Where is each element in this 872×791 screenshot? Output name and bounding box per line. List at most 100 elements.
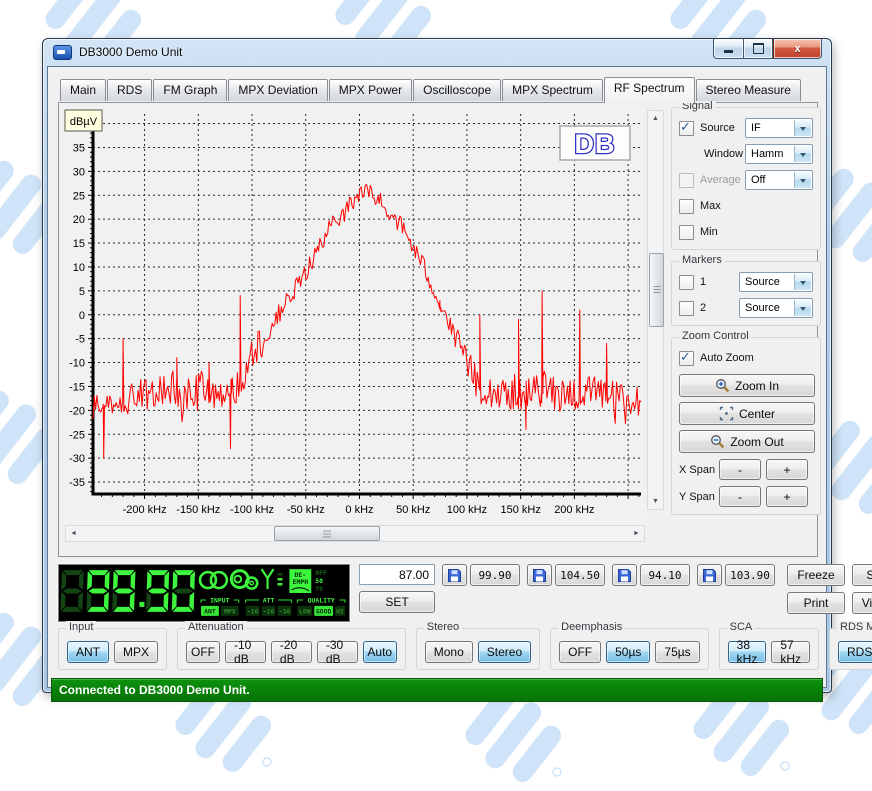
tab-main[interactable]: Main — [60, 79, 106, 101]
tab-mpx-power[interactable]: MPX Power — [329, 79, 412, 101]
input-ant-button[interactable]: ANT — [67, 641, 109, 663]
stereo-group-title: Stereo — [424, 621, 462, 633]
save-preset-button[interactable] — [442, 564, 467, 586]
sca-group-title: SCA — [727, 621, 756, 633]
attenuation-10-db-button[interactable]: -10 dB — [225, 641, 266, 663]
zoom-out-button[interactable]: Zoom Out — [679, 430, 815, 453]
signal-bar — [277, 578, 282, 580]
plot-background — [63, 107, 645, 525]
tab-mpx-spectrum[interactable]: MPX Spectrum — [502, 79, 603, 101]
chevron-down-icon — [794, 172, 811, 188]
save-preset-button[interactable] — [697, 564, 722, 586]
center-button[interactable]: Center — [679, 402, 815, 425]
markers-group: Markers 1Source2Source — [671, 261, 821, 326]
vertical-scroll-thumb[interactable] — [649, 253, 664, 327]
stereo-stereo-button[interactable]: Stereo — [478, 641, 531, 663]
x-span-minus-button[interactable]: - — [719, 459, 761, 480]
tab-stereo-measure[interactable]: Stereo Measure — [696, 79, 801, 101]
y-span-plus-button[interactable]: + — [766, 486, 808, 507]
scroll-down-arrow[interactable]: ▼ — [648, 494, 663, 509]
y-tick-label: 30 — [73, 166, 85, 178]
chevron-down-icon — [794, 146, 811, 162]
rds-mode-rds-button[interactable]: RDS — [838, 641, 872, 663]
floppy-disk-icon — [447, 568, 462, 583]
average-label: Average — [700, 174, 741, 186]
sca-38-khz-button[interactable]: 38 kHz — [728, 641, 767, 663]
scroll-up-arrow[interactable]: ▲ — [648, 111, 663, 126]
marker-2-row: 2Source — [679, 298, 813, 318]
view-map-button[interactable]: View Map — [852, 592, 872, 614]
min-label: Min — [700, 226, 718, 238]
attenuation-20-db-button[interactable]: -20 dB — [271, 641, 312, 663]
stereo-mono-button[interactable]: Mono — [425, 641, 473, 663]
save-preset-button[interactable] — [612, 564, 637, 586]
attenuation-off-button[interactable]: OFF — [186, 641, 220, 663]
marker-1-checkbox[interactable] — [679, 275, 694, 290]
minimize-button[interactable] — [713, 38, 743, 59]
sca-57-khz-button[interactable]: 57 kHz — [771, 641, 810, 663]
max-checkbox[interactable] — [679, 199, 694, 214]
tab-mpx-deviation[interactable]: MPX Deviation — [228, 79, 327, 101]
min-checkbox[interactable] — [679, 225, 694, 240]
source-dropdown-value: IF — [751, 122, 761, 134]
preset-frequency-button-99.90[interactable]: 99.90 — [470, 564, 520, 586]
window-title: DB3000 Demo Unit — [79, 45, 182, 59]
frequency-input[interactable] — [359, 564, 435, 585]
signal-group: Signal SourceIFWindowHammAverageOffMaxMi… — [671, 107, 821, 250]
average-dropdown[interactable]: Off — [745, 170, 813, 190]
svg-text:GOOD: GOOD — [316, 608, 332, 616]
tab-rf-spectrum[interactable]: RF Spectrum — [604, 77, 695, 103]
chart-vertical-scrollbar[interactable]: ▲ ▼ — [647, 110, 664, 510]
deemphasis-50-s-button[interactable]: 50µs — [606, 641, 650, 663]
marker-2-dropdown[interactable]: Source — [739, 298, 813, 318]
y-tick-label: 5 — [79, 286, 85, 298]
titlebar[interactable]: DB3000 Demo Unit x — [43, 39, 831, 65]
marker-1-dropdown-value: Source — [745, 276, 780, 288]
deemphasis-75-s-button[interactable]: 75µs — [655, 641, 699, 663]
attenuation-30-db-button[interactable]: -30 dB — [317, 641, 358, 663]
close-button[interactable]: x — [773, 38, 822, 59]
chart-horizontal-scrollbar[interactable]: ◄ ► — [65, 525, 645, 542]
y-tick-label: -35 — [69, 477, 85, 489]
x-span-plus-button[interactable]: + — [766, 459, 808, 480]
print-button[interactable]: Print — [787, 592, 845, 614]
x-tick-label: -200 kHz — [123, 504, 167, 516]
scroll-left-arrow[interactable]: ◄ — [66, 526, 81, 541]
preset-frequency-button-94.10[interactable]: 94.10 — [640, 564, 690, 586]
horizontal-scroll-thumb[interactable] — [274, 526, 380, 541]
marker-2-checkbox[interactable] — [679, 301, 694, 316]
set-frequency-button[interactable]: SET — [359, 591, 435, 613]
average-checkbox[interactable] — [679, 173, 694, 188]
preset-frequency-button-103.90[interactable]: 103.90 — [725, 564, 775, 586]
freeze-button[interactable]: Freeze — [787, 564, 845, 586]
source-dropdown[interactable]: IF — [745, 118, 813, 138]
watermark-logo — [460, 688, 570, 788]
window-dropdown[interactable]: Hamm — [745, 144, 813, 164]
signal-average-row: Average Off — [679, 170, 813, 190]
action-buttons: FreezeSettingsTCPPrintView MapDisconnect — [787, 564, 872, 614]
save-preset-button[interactable] — [527, 564, 552, 586]
tab-rds[interactable]: RDS — [107, 79, 152, 101]
signal-source-row: SourceIF — [679, 118, 813, 138]
auto-zoom-checkbox[interactable] — [679, 351, 694, 366]
deemphasis-off-button[interactable]: OFF — [559, 641, 601, 663]
preset-frequency-button-104.50[interactable]: 104.50 — [555, 564, 605, 586]
spectrum-chart-area[interactable]: 35302520151050-5-10-15-20-25-30-35-200 k… — [63, 107, 664, 544]
zoom-in-button[interactable]: Zoom In — [679, 374, 815, 397]
marker-1-dropdown[interactable]: Source — [739, 272, 813, 292]
center-label: Center — [739, 407, 775, 421]
input-mpx-button[interactable]: MPX — [114, 641, 158, 663]
maximize-button[interactable] — [743, 38, 773, 59]
source-checkbox[interactable] — [679, 121, 694, 136]
svg-text:HI: HI — [336, 608, 344, 616]
tab-fm-graph[interactable]: FM Graph — [153, 79, 227, 101]
chevron-down-icon — [794, 300, 811, 316]
attenuation-auto-button[interactable]: Auto — [363, 641, 397, 663]
y-span-minus-button[interactable]: - — [719, 486, 761, 507]
settings-button[interactable]: Settings — [852, 564, 872, 586]
deemph-option-off: OFF — [315, 569, 327, 577]
tab-oscilloscope[interactable]: Oscilloscope — [413, 79, 501, 101]
zoom-out-icon — [710, 434, 725, 449]
db-logo: DB — [560, 126, 630, 160]
scroll-right-arrow[interactable]: ► — [629, 526, 644, 541]
